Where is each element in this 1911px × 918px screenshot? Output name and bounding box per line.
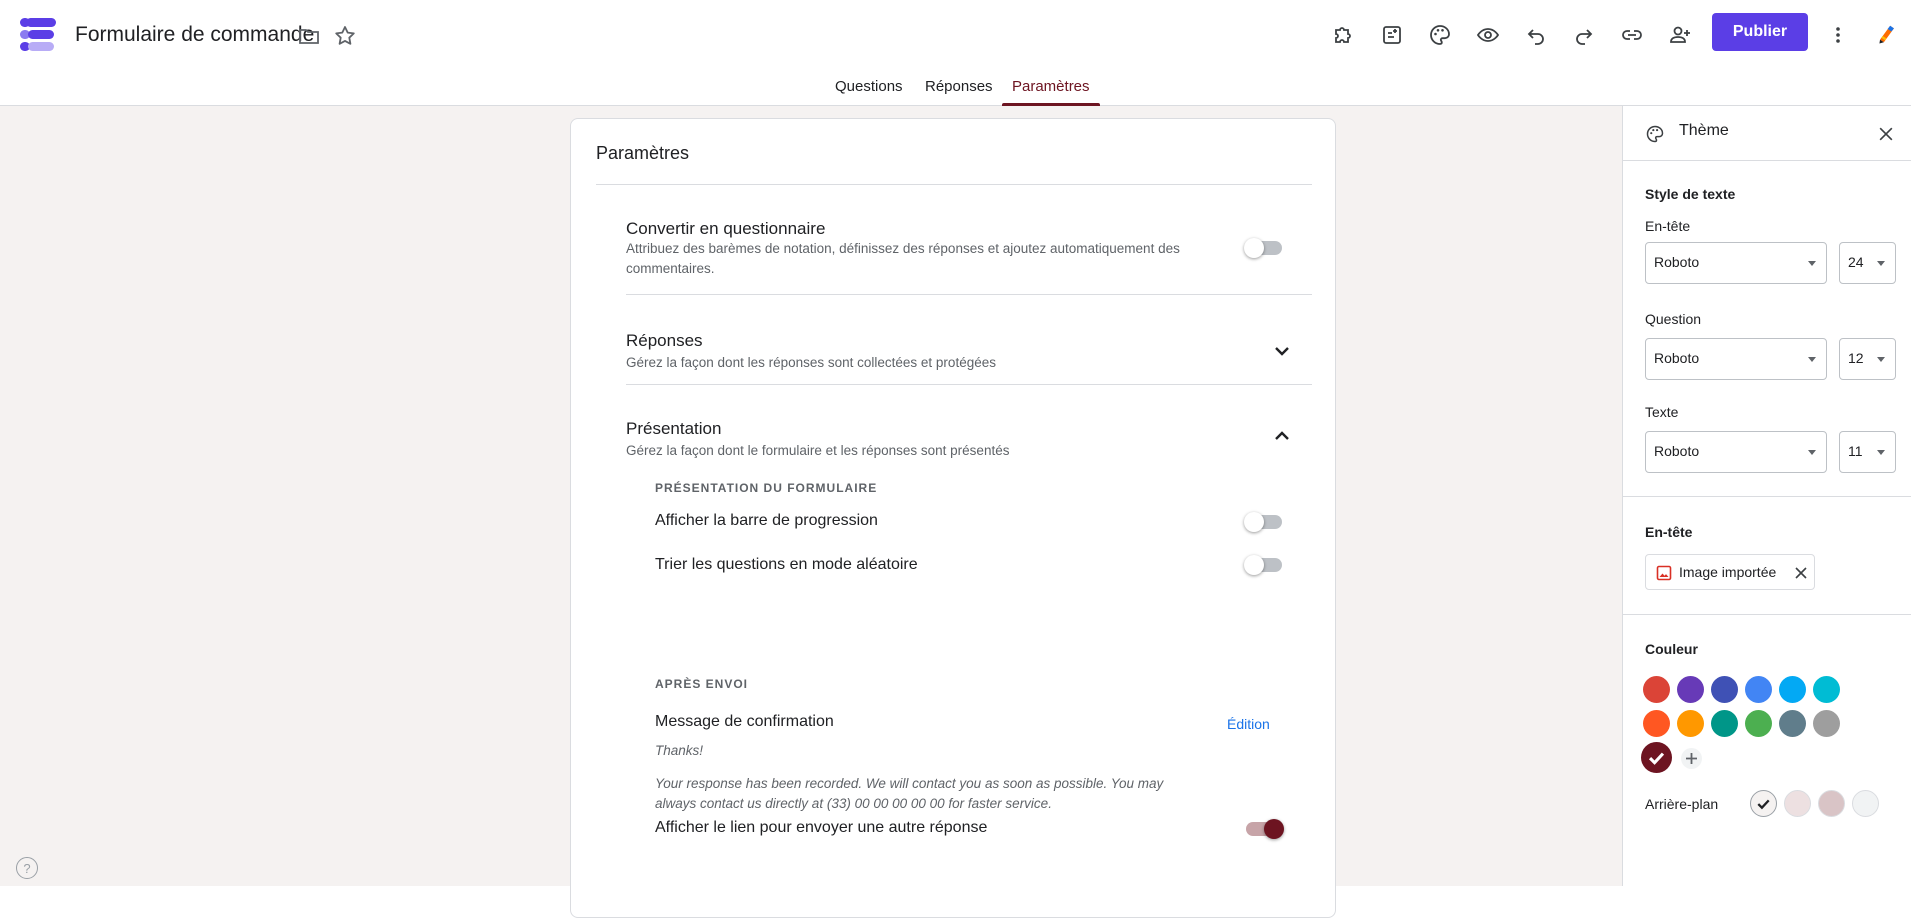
tab-responses[interactable]: Réponses — [925, 78, 993, 106]
settings-card: Paramètres Convertir en questionnaire At… — [570, 118, 1336, 918]
text-font-select[interactable]: Roboto — [1645, 431, 1827, 473]
question-font-label: Question — [1645, 311, 1702, 327]
color-swatch[interactable] — [1711, 710, 1738, 737]
color-section-label: Couleur — [1645, 641, 1698, 657]
another-response-toggle[interactable] — [1246, 819, 1284, 839]
color-swatch[interactable] — [1641, 742, 1672, 773]
color-swatch[interactable] — [1745, 710, 1772, 737]
link-icon[interactable] — [1616, 19, 1648, 51]
progress-bar-label: Afficher la barre de progression — [655, 512, 878, 529]
add-collaborator-icon[interactable] — [1664, 19, 1696, 51]
color-swatch[interactable] — [1643, 710, 1670, 737]
divider — [596, 184, 1312, 185]
theme-panel-header: Thème — [1623, 106, 1911, 161]
confirmation-message-label: Message de confirmation — [655, 713, 834, 730]
question-font-select[interactable]: Roboto — [1645, 338, 1827, 380]
color-swatch[interactable] — [1779, 676, 1806, 703]
form-canvas: Paramètres Convertir en questionnaire At… — [0, 106, 1622, 918]
account-avatar-icon[interactable] — [1868, 15, 1906, 53]
tab-settings[interactable]: Paramètres — [1002, 78, 1100, 106]
quiz-description: Attribuez des barèmes de notation, défin… — [626, 241, 1180, 276]
another-response-label: Afficher le lien pour envoyer une autre … — [655, 819, 988, 836]
publish-button[interactable]: Publier — [1712, 13, 1808, 51]
more-options-icon[interactable] — [1822, 19, 1854, 51]
add-color-icon[interactable] — [1681, 748, 1702, 769]
star-icon[interactable] — [333, 24, 357, 48]
confirmation-message-line1: Thanks! — [655, 743, 704, 758]
confirmation-message-line2: Your response has been recorded. We will… — [655, 776, 1164, 811]
edit-confirmation-link[interactable]: Édition — [1227, 716, 1270, 732]
progress-bar-toggle[interactable] — [1244, 512, 1282, 532]
text-size-value: 11 — [1848, 443, 1863, 459]
settings-title: Paramètres — [596, 143, 690, 163]
presentation-section-description: Gérez la façon dont le formulaire et les… — [626, 443, 1010, 458]
question-size-value: 12 — [1848, 350, 1864, 366]
question-font-value: Roboto — [1654, 350, 1700, 366]
theme-panel: Thème Style de texte En-tête Roboto 24 Q… — [1622, 106, 1911, 886]
quiz-toggle[interactable] — [1244, 238, 1282, 258]
tabs-bar: Questions Réponses Paramètres — [0, 70, 1911, 106]
top-bar: Formulaire de commande Publier — [0, 0, 1911, 70]
background-swatch[interactable] — [1784, 790, 1811, 817]
theme-panel-title: Thème — [1679, 122, 1729, 139]
addons-icon[interactable] — [1328, 19, 1360, 51]
background-swatch[interactable] — [1818, 790, 1845, 817]
divider — [626, 384, 1312, 385]
form-title[interactable]: Formulaire de commande — [75, 22, 314, 48]
question-size-select[interactable]: 12 — [1839, 338, 1896, 380]
remove-image-icon[interactable] — [1794, 566, 1808, 580]
header-image-label: Image importée — [1679, 564, 1777, 580]
divider — [1623, 496, 1911, 497]
palette-icon[interactable] — [1424, 19, 1456, 51]
check-icon — [1648, 752, 1665, 765]
check-icon — [1757, 799, 1770, 810]
image-icon — [1656, 565, 1672, 581]
header-size-value: 24 — [1848, 254, 1864, 270]
text-style-label: Style de texte — [1645, 186, 1736, 202]
palette-icon — [1645, 124, 1665, 144]
background-label: Arrière-plan — [1645, 796, 1719, 812]
color-swatch[interactable] — [1677, 676, 1704, 703]
color-swatch[interactable] — [1677, 710, 1704, 737]
presentation-section-title[interactable]: Présentation — [626, 419, 721, 439]
shuffle-label: Trier les questions en mode aléatoire — [655, 556, 918, 573]
color-swatch[interactable] — [1779, 710, 1806, 737]
chevron-up-icon[interactable] — [1270, 424, 1294, 448]
forms-logo-icon[interactable] — [20, 16, 56, 52]
header-image-chip[interactable]: Image importée — [1645, 554, 1815, 590]
text-font-label: Texte — [1645, 404, 1679, 420]
header-font-select[interactable]: Roboto — [1645, 242, 1827, 284]
add-form-icon[interactable] — [1376, 19, 1408, 51]
header-font-label: En-tête — [1645, 218, 1691, 234]
preview-eye-icon[interactable] — [1472, 19, 1504, 51]
color-swatch[interactable] — [1643, 676, 1670, 703]
divider — [1623, 614, 1911, 615]
color-swatch[interactable] — [1813, 676, 1840, 703]
color-swatch[interactable] — [1745, 676, 1772, 703]
undo-icon[interactable] — [1520, 19, 1552, 51]
folder-icon[interactable] — [297, 24, 321, 48]
text-size-select[interactable]: 11 — [1839, 431, 1896, 473]
close-icon[interactable] — [1876, 124, 1896, 144]
form-presentation-heading: PRÉSENTATION DU FORMULAIRE — [655, 481, 878, 495]
redo-icon[interactable] — [1568, 19, 1600, 51]
header-font-value: Roboto — [1654, 254, 1700, 270]
color-swatch[interactable] — [1711, 676, 1738, 703]
chevron-down-icon[interactable] — [1270, 339, 1294, 363]
responses-section-title[interactable]: Réponses — [626, 331, 703, 351]
quiz-title: Convertir en questionnaire — [626, 219, 826, 238]
header-image-section-label: En-tête — [1645, 524, 1693, 540]
tab-questions[interactable]: Questions — [835, 78, 903, 106]
background-swatch[interactable] — [1852, 790, 1879, 817]
divider — [626, 294, 1312, 295]
text-font-value: Roboto — [1654, 443, 1700, 459]
color-swatch[interactable] — [1813, 710, 1840, 737]
after-submit-heading: APRÈS ENVOI — [655, 677, 749, 691]
help-icon[interactable]: ? — [16, 857, 38, 879]
header-size-select[interactable]: 24 — [1839, 242, 1896, 284]
background-swatch[interactable] — [1750, 790, 1777, 817]
shuffle-toggle[interactable] — [1244, 555, 1282, 575]
responses-section-description: Gérez la façon dont les réponses sont co… — [626, 355, 996, 370]
